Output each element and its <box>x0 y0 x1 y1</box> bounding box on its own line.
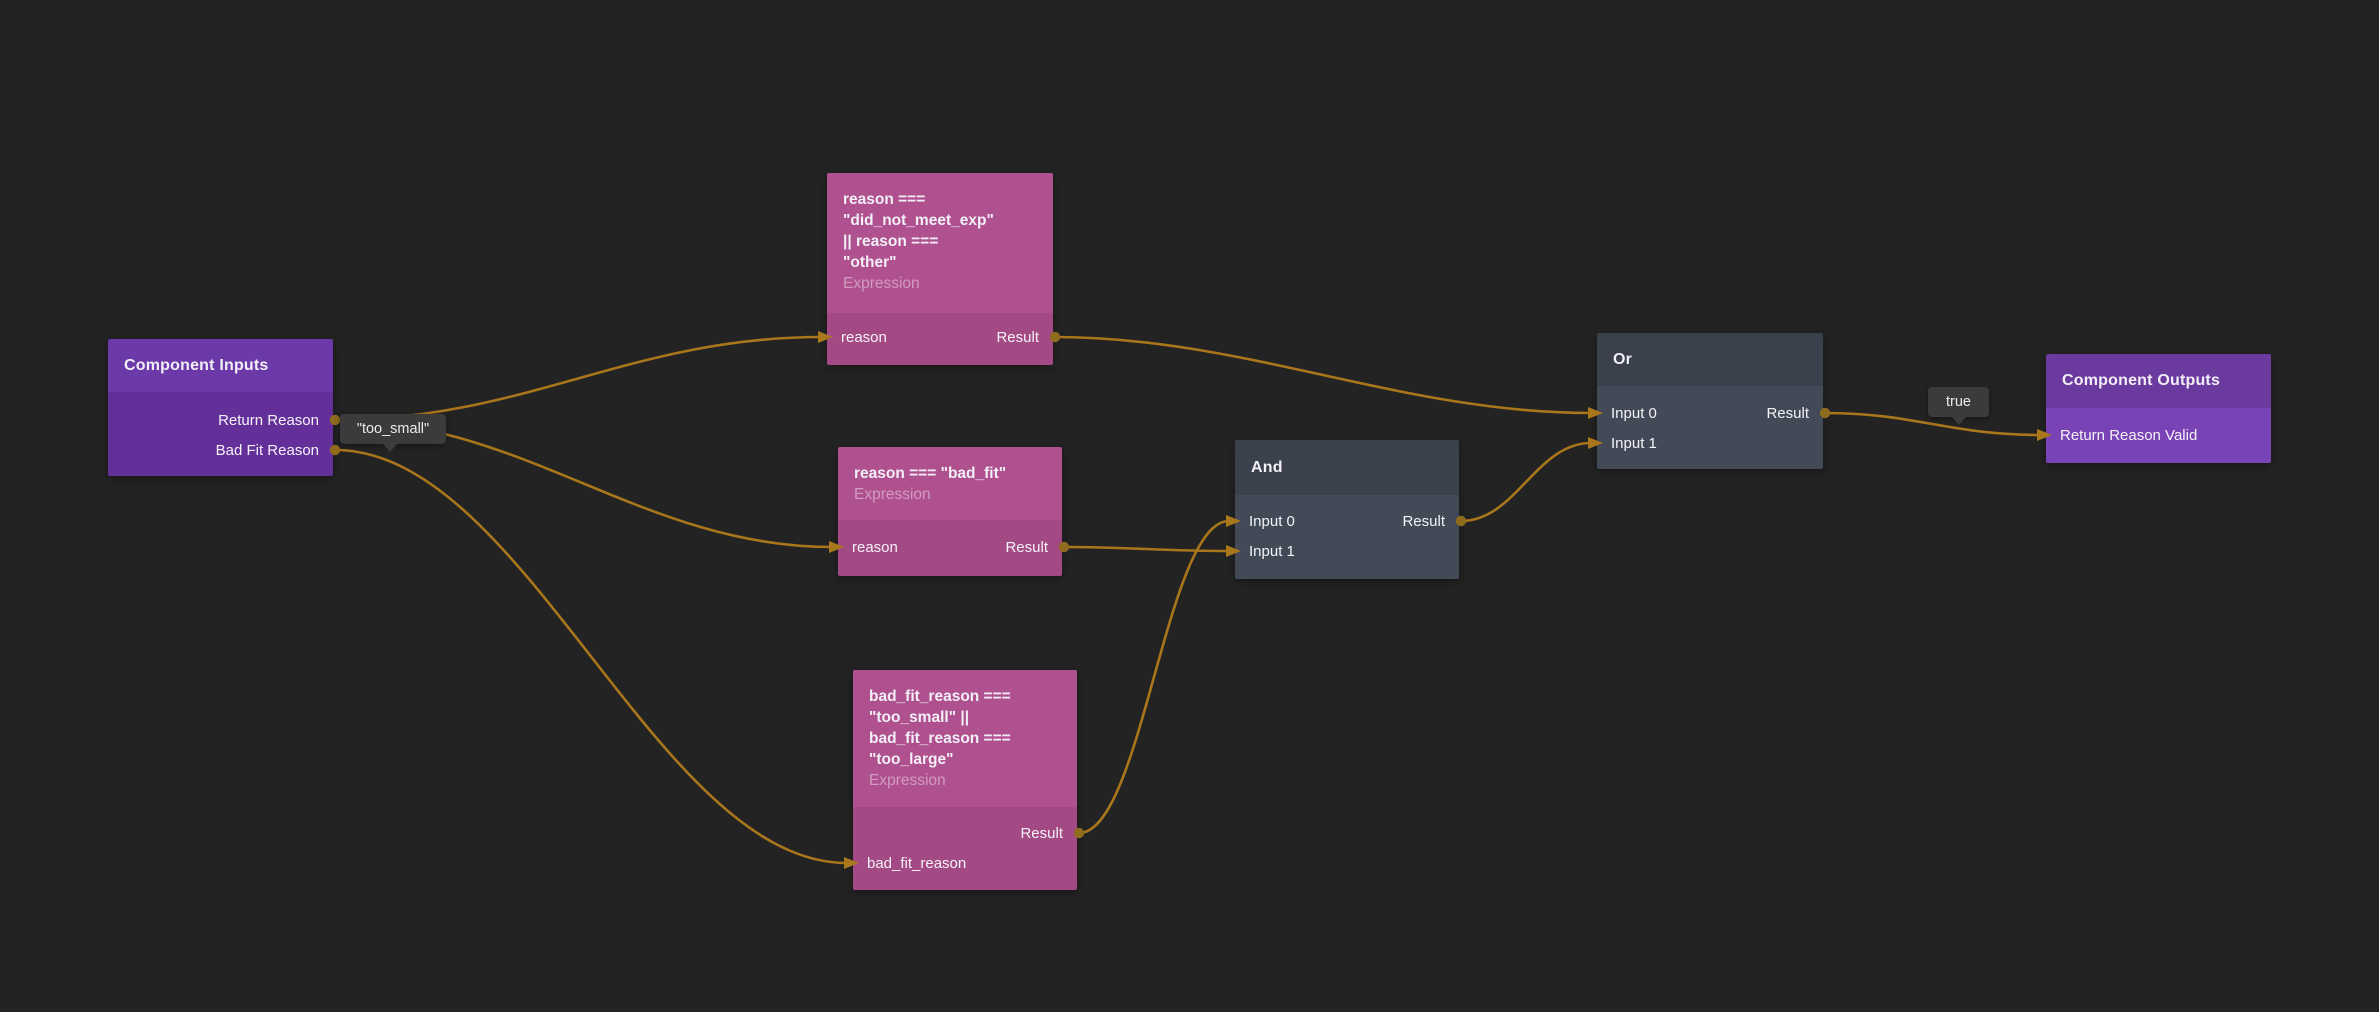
node-header: And <box>1235 440 1459 495</box>
input-port-label: reason <box>852 539 898 556</box>
node-title: reason === "did_not_meet_exp" || reason … <box>843 189 1037 273</box>
input-port-label: reason <box>841 329 887 346</box>
node-row: Input 0 Result <box>1597 398 1823 428</box>
node-header: Or <box>1597 333 1823 386</box>
node-body: Input 0 Result Input 1 <box>1235 495 1459 579</box>
node-body: Return Reason Valid <box>2046 408 2271 463</box>
node-row: Input 1 <box>1235 536 1459 566</box>
node-header: bad_fit_reason === "too_small" || bad_fi… <box>853 670 1077 807</box>
value-tooltip: true <box>1928 387 1989 417</box>
node-or[interactable]: Or Input 0 Result Input 1 <box>1597 333 1823 469</box>
node-subtitle: Expression <box>843 273 1037 294</box>
value-tooltip: "too_small" <box>340 414 446 444</box>
input-port-label: Input 1 <box>1249 543 1295 560</box>
node-component-outputs[interactable]: Component Outputs Return Reason Valid <box>2046 354 2271 463</box>
input-port-label: bad_fit_reason <box>867 855 966 872</box>
wire-component_inputs-to-expr_not_meet_or_other[interactable] <box>335 337 821 420</box>
node-row: Input 0 Result <box>1235 506 1459 536</box>
value-tooltip-text: true <box>1946 394 1971 410</box>
node-row: Return Reason <box>108 405 333 435</box>
node-row: reason Result <box>838 532 1062 562</box>
node-body: reason Result <box>838 520 1062 576</box>
input-port-label: Input 0 <box>1611 405 1657 422</box>
output-port-label: Bad Fit Reason <box>216 442 319 459</box>
output-port-label: Result <box>1005 539 1048 556</box>
wire-layer <box>0 0 2379 1012</box>
node-header: reason === "did_not_meet_exp" || reason … <box>827 173 1053 313</box>
output-port-label: Return Reason <box>218 412 319 429</box>
tooltip-tail <box>1952 417 1966 425</box>
input-port-label: Return Reason Valid <box>2060 427 2197 444</box>
node-row: Return Reason Valid <box>2046 420 2271 450</box>
node-row: Input 1 <box>1597 428 1823 458</box>
wire-expr_bad_fit-to-and[interactable] <box>1064 547 1229 551</box>
node-title: And <box>1251 459 1283 477</box>
wire-component_inputs-to-expr_bad_fit_reason[interactable] <box>335 450 847 863</box>
node-title: reason === "bad_fit" <box>854 463 1046 484</box>
node-expr-bad-fit-reason[interactable]: bad_fit_reason === "too_small" || bad_fi… <box>853 670 1077 890</box>
node-subtitle: Expression <box>854 484 1046 505</box>
output-port-label: Result <box>1402 513 1445 530</box>
node-header: Component Inputs <box>108 339 333 392</box>
node-row: reason Result <box>827 322 1053 352</box>
node-row: Bad Fit Reason <box>108 435 333 465</box>
wire-expr_not_meet_or_other-to-or[interactable] <box>1055 337 1591 413</box>
wire-and-to-or[interactable] <box>1461 443 1591 521</box>
output-port-label: Result <box>1766 405 1809 422</box>
node-title: Component Outputs <box>2062 372 2220 390</box>
input-port-label: Input 1 <box>1611 435 1657 452</box>
node-component-inputs[interactable]: Component Inputs Return Reason Bad Fit Rea… <box>108 339 333 476</box>
node-title: Component Inputs <box>124 357 269 375</box>
input-port-label: Input 0 <box>1249 513 1295 530</box>
node-row: bad_fit_reason <box>853 848 1077 878</box>
node-header: reason === "bad_fit"Expression <box>838 447 1062 520</box>
node-body: Result bad_fit_reason <box>853 807 1077 890</box>
node-header: Component Outputs <box>2046 354 2271 408</box>
node-editor-canvas[interactable]: Component Inputs Return Reason Bad Fit Rea… <box>0 0 2379 1012</box>
node-expr-not-meet-or-other[interactable]: reason === "did_not_meet_exp" || reason … <box>827 173 1053 365</box>
node-expr-bad-fit[interactable]: reason === "bad_fit"ExpressionreasonResu… <box>838 447 1062 576</box>
node-subtitle: Expression <box>869 770 1061 791</box>
node-body: Input 0 Result Input 1 <box>1597 386 1823 469</box>
node-body: reason Result <box>827 313 1053 365</box>
tooltip-tail <box>383 444 397 452</box>
value-tooltip-text: "too_small" <box>357 421 429 437</box>
output-port-label: Result <box>1020 825 1063 842</box>
node-title: Or <box>1613 351 1632 369</box>
node-and[interactable]: And Input 0 Result Input 1 <box>1235 440 1459 579</box>
node-title: bad_fit_reason === "too_small" || bad_fi… <box>869 686 1061 770</box>
wire-expr_bad_fit_reason-to-and[interactable] <box>1079 521 1229 833</box>
node-body: Return Reason Bad Fit Reason <box>108 392 333 476</box>
node-row: Result <box>853 818 1077 848</box>
output-port-label: Result <box>996 329 1039 346</box>
